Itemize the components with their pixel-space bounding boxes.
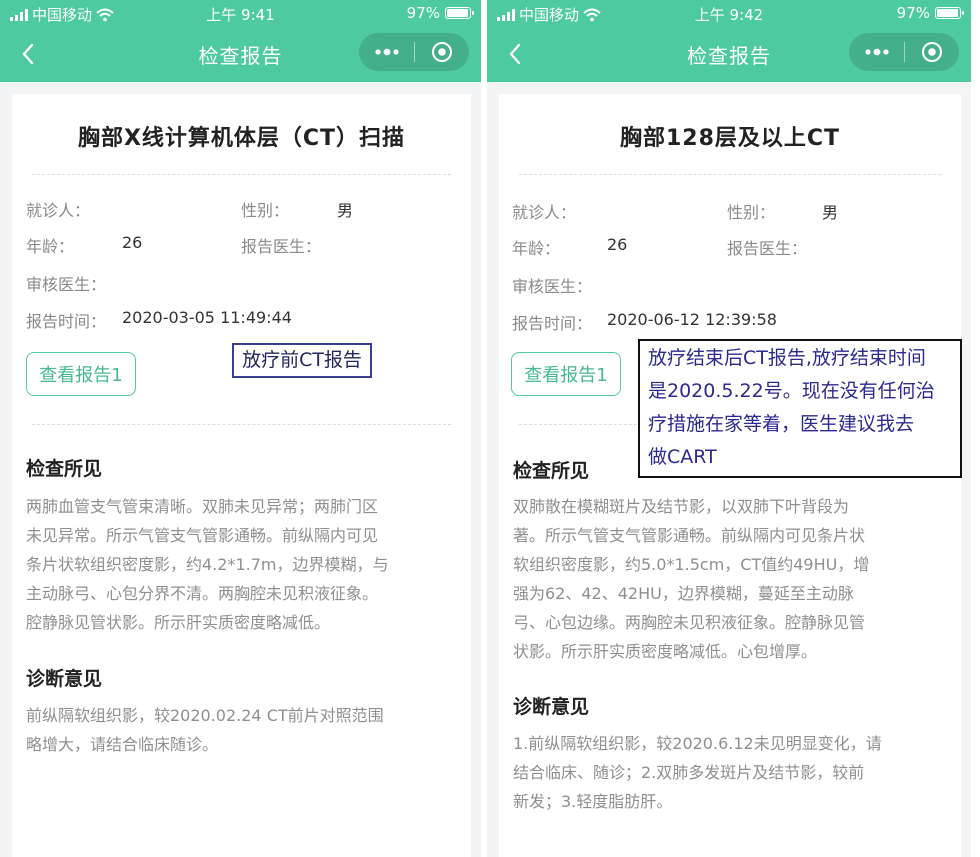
report-title: 胸部128层及以上CT <box>619 126 841 151</box>
report-time-label: 报告时间： <box>26 312 107 331</box>
gender-label: 性别： <box>241 201 290 220</box>
findings-line: 未见异常。所示气管支气管影通畅。前纵隔内可见 <box>26 526 379 545</box>
report-time-value: 2020-06-12 12:39:58 <box>607 310 777 329</box>
more-dots-icon <box>864 48 889 56</box>
close-miniprogram-button[interactable] <box>905 33 959 71</box>
nav-bar: 检查报告 <box>0 28 481 82</box>
diagnosis-line: 结合临床、随诊；2.双肺多发斑片及结节影，较前 <box>513 763 865 782</box>
header-bar: 中国移动 上午 9:41 97% 检查报告 <box>0 0 481 82</box>
battery-icon <box>445 7 474 19</box>
diagnosis-text: 前纵隔软组织影，较2020.02.24 CT前片对照范围 略增大，请结合临床随诊… <box>26 701 384 759</box>
annotation-pre-radiotherapy: 放疗前CT报告 <box>232 343 372 378</box>
findings-line: 弓、心包边缘。两胸腔未见积液征象。腔静脉见管 <box>513 613 866 632</box>
annotation-post-radiotherapy: 放疗结束后CT报告,放疗结束时间 是2020.5.22号。现在没有任何治 疗措施… <box>638 339 962 478</box>
view-report-button[interactable]: 查看报告1 <box>26 352 136 396</box>
miniprogram-capsule <box>359 33 469 71</box>
miniprogram-capsule <box>849 33 959 71</box>
annotation-line: 是2020.5.22号。现在没有任何治 <box>648 380 935 402</box>
doctor-label: 报告医生： <box>727 239 808 258</box>
battery-percent: 97% <box>406 4 440 22</box>
findings-line: 条片状软组织密度影，约4.2*1.7m，边界模糊，与 <box>26 555 389 574</box>
age-value: 26 <box>122 233 143 252</box>
findings-heading: 检查所见 <box>513 460 590 482</box>
annotation-line: 做CART <box>648 446 717 468</box>
findings-line: 主动脉弓、心包分界不清。两胸腔未见积液征象。 <box>26 584 379 603</box>
gender-value: 男 <box>337 201 354 220</box>
reviewer-label: 审核医生： <box>26 275 107 294</box>
divider <box>32 174 451 175</box>
diagnosis-line: 新发；3.轻度脂肪肝。 <box>513 792 673 811</box>
findings-line: 软组织密度影，约5.0*1.5cm，CT值约49HU，增 <box>513 555 870 574</box>
report-title: 胸部X线计算机体层（CT）扫描 <box>77 126 406 151</box>
diagnosis-heading: 诊断意见 <box>513 696 590 718</box>
annotation-line: 放疗结束后CT报告,放疗结束时间 <box>648 347 926 369</box>
header-bar: 中国移动 上午 9:42 97% 检查报告 <box>487 0 971 82</box>
findings-text: 两肺血管支气管束清晰。双肺未见异常；两肺门区 未见异常。所示气管支气管影通畅。前… <box>26 492 388 637</box>
more-dots-icon <box>374 48 399 56</box>
diagnosis-heading: 诊断意见 <box>26 668 103 690</box>
battery-icon <box>935 7 964 19</box>
findings-heading: 检查所见 <box>26 458 103 480</box>
age-label: 年龄： <box>512 239 561 258</box>
age-label: 年龄： <box>26 237 75 256</box>
diagnosis-line: 前纵隔软组织影，较2020.02.24 CT前片对照范围 <box>26 706 384 725</box>
diagnosis-line: 1.前纵隔软组织影，较2020.6.12未见明显变化，请 <box>513 734 882 753</box>
more-button[interactable] <box>849 33 904 71</box>
status-bar: 中国移动 上午 9:41 97% <box>0 0 481 28</box>
battery-percent: 97% <box>896 4 930 22</box>
divider <box>32 424 451 425</box>
diagnosis-line: 略增大，请结合临床随诊。 <box>26 735 219 754</box>
divider <box>519 174 941 175</box>
status-bar: 中国移动 上午 9:42 97% <box>487 0 971 28</box>
report-card: 胸部X线计算机体层（CT）扫描 就诊人： 性别： 男 年龄： 26 报告医生： … <box>12 94 471 857</box>
more-button[interactable] <box>359 33 414 71</box>
patient-label: 就诊人： <box>512 203 577 222</box>
diagnosis-text: 1.前纵隔软组织影，较2020.6.12未见明显变化，请 结合临床、随诊；2.双… <box>513 729 882 816</box>
age-value: 26 <box>607 235 628 254</box>
view-report-button[interactable]: 查看报告1 <box>511 352 621 396</box>
report-time-label: 报告时间： <box>512 314 593 333</box>
findings-text: 双肺散在模糊斑片及结节影，以双肺下叶背段为 著。所示气管支气管影通畅。前纵隔内可… <box>513 492 869 666</box>
screenshot-left: 中国移动 上午 9:41 97% 检查报告 胸部X线计算机体层（CT）扫描 就诊… <box>0 0 481 857</box>
close-miniprogram-button[interactable] <box>415 33 469 71</box>
annotation-line: 疗措施在家等着，医生建议我去 <box>648 413 915 435</box>
target-icon <box>922 42 942 62</box>
patient-label: 就诊人： <box>26 201 91 220</box>
nav-bar: 检查报告 <box>487 28 971 82</box>
reviewer-label: 审核医生： <box>512 277 593 296</box>
findings-line: 双肺散在模糊斑片及结节影，以双肺下叶背段为 <box>513 497 850 516</box>
doctor-label: 报告医生： <box>241 237 322 256</box>
gender-value: 男 <box>822 203 839 222</box>
findings-line: 两肺血管支气管束清晰。双肺未见异常；两肺门区 <box>26 497 379 516</box>
target-icon <box>432 42 452 62</box>
findings-line: 腔静脉见管状影。所示肝实质密度略减低。 <box>26 613 331 632</box>
gender-label: 性别： <box>727 203 776 222</box>
findings-line: 著。所示气管支气管影通畅。前纵隔内可见条片状 <box>513 526 866 545</box>
findings-line: 强为62、42、42HU，边界模糊，蔓延至主动脉 <box>513 584 854 603</box>
findings-line: 状影。所示肝实质密度略减低。心包增厚。 <box>513 642 818 661</box>
report-time-value: 2020-03-05 11:49:44 <box>122 308 292 327</box>
